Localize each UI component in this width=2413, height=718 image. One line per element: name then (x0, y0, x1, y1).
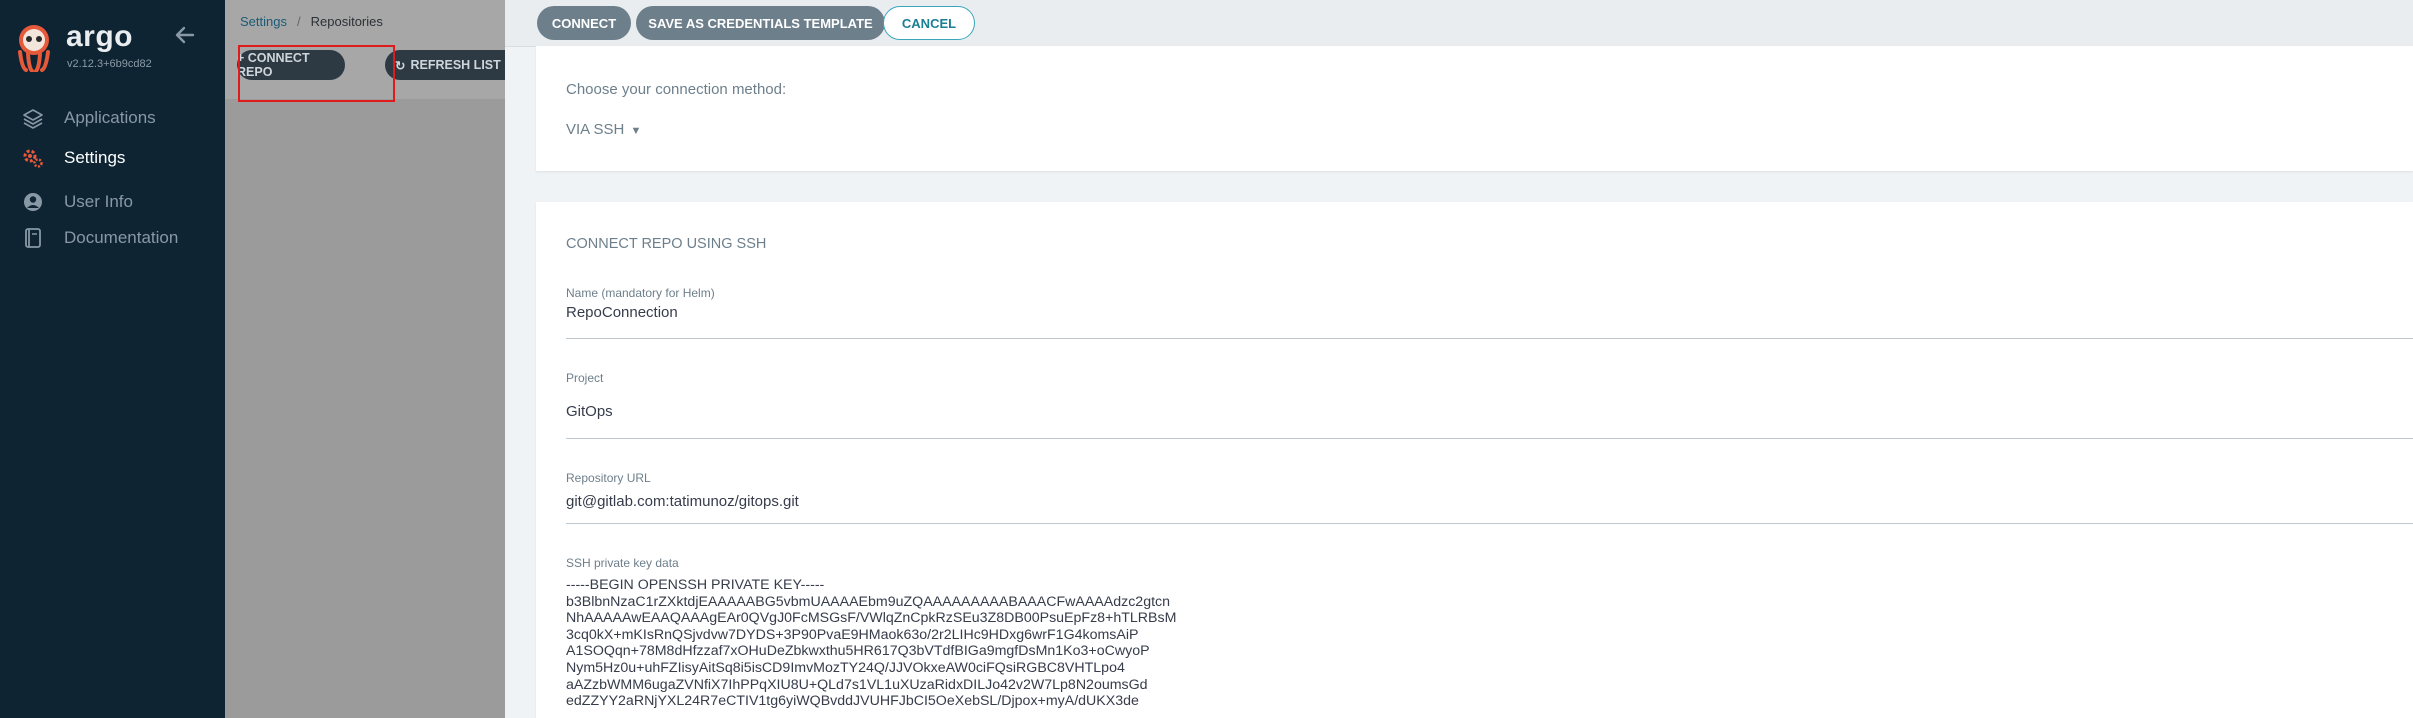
gears-icon (22, 147, 44, 169)
sidebar-item-label: User Info (64, 192, 133, 211)
connection-method-value: VIA SSH (566, 121, 625, 138)
sidebar-item-label: Applications (64, 108, 156, 127)
ssh-key-line: aAZzbWMM6ugaZVNfiX7IhPPqXIU8U+QLd7s1VL1u… (566, 676, 1148, 693)
breadcrumb-settings-link[interactable]: Settings (240, 14, 287, 29)
sidebar-item-settings[interactable]: Settings (22, 144, 125, 172)
connection-method-prompt: Choose your connection method: (566, 81, 787, 98)
book-icon (22, 227, 44, 249)
section-title: CONNECT REPO USING SSH (566, 236, 767, 252)
refresh-list-label: REFRESH LIST (410, 58, 501, 72)
ssh-key-line: b3BlbnNzaC1rZXktdjEAAAAABG5vbmUAAAAEbm9u… (566, 593, 1171, 610)
ssh-key-line: A1SOQqn+78M8dHfzzaf7xOHuDeZbkwxthu5HR617… (566, 643, 1150, 660)
highlight-annotation (238, 45, 395, 102)
app-name: argo (66, 20, 134, 53)
caret-down-icon: ▼ (630, 125, 642, 137)
sidebar-item-documentation[interactable]: Documentation (22, 224, 178, 252)
layers-icon (22, 107, 44, 129)
collapse-sidebar-icon[interactable] (174, 24, 196, 46)
ssh-key-line: NhAAAAAwEAAQAAAgEAr0QVgJ0FcMSGsF/VWlqZnC… (566, 610, 1177, 627)
ssh-key-line: Nym5Hz0u+uhFZIisyAitSq8i5isCD9ImvMozTY24… (566, 660, 1125, 676)
sidebar-item-label: Documentation (64, 228, 179, 247)
save-as-credentials-template-button[interactable]: SAVE AS CREDENTIALS TEMPLATE (636, 6, 885, 40)
refresh-list-button[interactable]: ↻ REFRESH LIST (385, 50, 525, 80)
project-select[interactable]: GitOps (566, 403, 613, 420)
sidebar: argo v2.12.3+6b9cd82 Applications Settin… (0, 0, 225, 718)
ssh-key-line: -----BEGIN OPENSSH PRIVATE KEY----- (566, 577, 825, 593)
name-field-label: Name (mandatory for Helm) (566, 286, 715, 300)
sidebar-item-applications[interactable]: Applications (22, 104, 156, 132)
breadcrumb-current: Repositories (310, 14, 383, 29)
name-input[interactable]: RepoConnection (566, 304, 678, 321)
ssh-key-line: 3cq0kX+mKIsRnQSjvdvw7DYDS+3P90PvaE9HMaok… (566, 626, 1139, 643)
connection-method-dropdown[interactable]: VIA SSH ▼ (566, 121, 641, 138)
cancel-button[interactable]: CANCEL (883, 6, 975, 40)
connect-repo-panel: CONNECT SAVE AS CREDENTIALS TEMPLATE CAN… (505, 0, 2413, 718)
ssh-key-label: SSH private key data (566, 556, 679, 570)
project-field-label: Project (566, 371, 604, 385)
user-circle-icon (22, 191, 44, 213)
argo-octopus-logo (18, 25, 50, 72)
ssh-key-line: edZZYY2aRNjYXL24R7eCTIV1tg6yiWQBvddJVUHF… (566, 693, 1139, 710)
repository-url-input[interactable]: git@gitlab.com:tatimunoz/gitops.git (566, 493, 799, 510)
breadcrumb: Settings / Repositories (240, 14, 383, 29)
app-version: v2.12.3+6b9cd82 (67, 58, 152, 70)
panel-action-bar: CONNECT SAVE AS CREDENTIALS TEMPLATE CAN… (505, 0, 2413, 47)
refresh-icon: ↻ (395, 58, 406, 73)
sidebar-item-user-info[interactable]: User Info (22, 188, 133, 216)
sidebar-item-label: Settings (64, 148, 126, 167)
name-input-underline (566, 338, 2413, 339)
ssh-connection-form: CONNECT REPO USING SSH Name (mandatory f… (536, 202, 2413, 718)
connect-button[interactable]: CONNECT (537, 6, 631, 40)
project-select-underline (566, 438, 2413, 439)
repository-url-underline (566, 523, 2413, 524)
repositories-page-overlay: Settings / Repositories + CONNECT REPO ↻ RE… (225, 0, 525, 718)
breadcrumb-separator: / (296, 14, 301, 29)
connection-method-card: Choose your connection method: VIA SSH ▼ (536, 46, 2413, 171)
repository-url-label: Repository URL (566, 471, 651, 485)
